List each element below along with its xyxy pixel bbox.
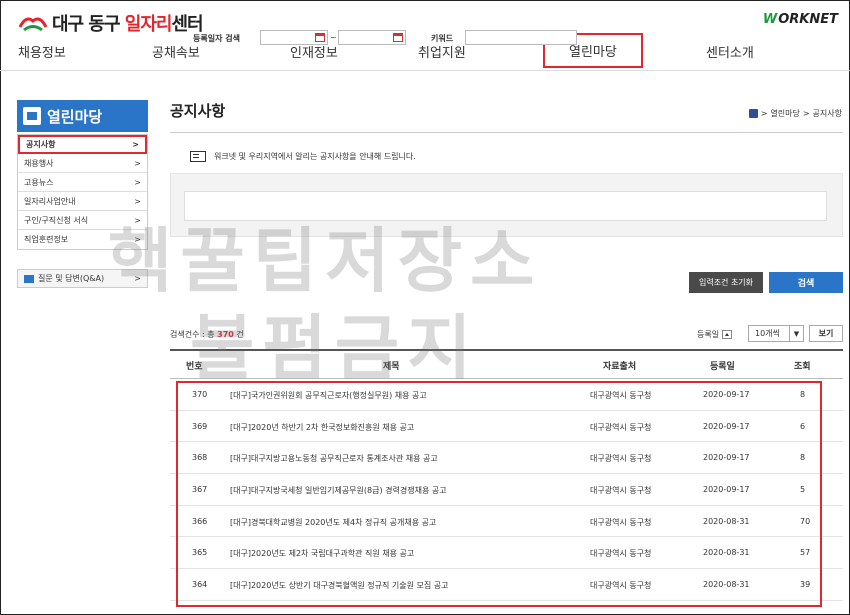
sort-up-icon[interactable] (722, 330, 733, 339)
header-divider (0, 70, 850, 71)
sidebar-item-notice[interactable]: 공지사항 > (18, 135, 147, 154)
column-header-title: 제목 (383, 362, 400, 372)
column-header-source: 자료출처 (603, 362, 637, 372)
chevron-right-icon: > (134, 274, 141, 283)
column-header-number: 번호 (186, 362, 203, 372)
date-range-separator: ~ (330, 33, 337, 42)
home-icon[interactable] (748, 109, 758, 118)
gnb-item-jobs[interactable]: 채용정보 (18, 42, 66, 61)
gnb-item-center-info[interactable]: 센터소개 (706, 42, 754, 61)
gnb-item-job-support[interactable]: 취업지원 (418, 42, 466, 61)
content-divider (170, 132, 843, 133)
sidebar-title: 열린마당 (17, 100, 148, 132)
search-panel (170, 173, 843, 237)
global-nav: 채용정보 공채속보 인재정보 취업지원 열린마당 센터소개 (0, 33, 850, 68)
chevron-right-icon: > (132, 140, 139, 149)
reset-button[interactable]: 입력조건 초기화 (689, 272, 763, 293)
chevron-right-icon: > (134, 177, 141, 187)
calendar-icon[interactable] (315, 33, 325, 42)
site-logo[interactable]: 대구 동구 일자리센터 (18, 10, 204, 36)
sidebar-item-training[interactable]: 직업훈련정보 > (18, 230, 147, 249)
breadcrumb-item[interactable]: 열린마당 (770, 108, 799, 119)
date-search-label: 등록일자 검색 (193, 34, 240, 43)
page-description: 워크넷 및 우리지역에서 알리는 공지사항을 안내해 드립니다. (190, 151, 416, 162)
view-button[interactable]: 보기 (809, 325, 843, 342)
breadcrumb-current: 공지사항 (812, 109, 842, 118)
chevron-down-icon: ▼ (789, 326, 803, 341)
column-header-views: 조회 (794, 362, 811, 372)
keyword-label: 키워드 (431, 34, 454, 43)
calendar-icon[interactable] (393, 33, 403, 42)
breadcrumb: > 열린마당 > 공지사항 (748, 108, 842, 119)
column-header-date: 등록일 (710, 362, 735, 372)
chevron-right-icon: > (134, 215, 141, 225)
logo-emblem-icon (18, 17, 48, 32)
search-inner-panel (184, 191, 827, 221)
sidebar-qna-link[interactable]: 질문 및 답변(Q&A) > (17, 269, 148, 288)
chevron-right-icon: > (134, 235, 141, 244)
sidebar-item-job-programs[interactable]: 일자리사업안내 > (18, 192, 147, 211)
highlight-annotation-box (176, 381, 822, 607)
start-date-input[interactable] (260, 30, 328, 45)
megaphone-icon (23, 107, 41, 125)
sidebar-item-forms[interactable]: 구인/구직신청 서식 > (18, 211, 147, 230)
keyword-input[interactable] (465, 30, 577, 45)
logo-text: 대구 동구 일자리센터 (52, 14, 204, 35)
chat-icon (24, 274, 34, 283)
page-title: 공지사항 (170, 102, 226, 120)
sidebar-menu: 공지사항 > 채용행사 > 고용뉴스 > 일자리사업안내 > 구인/구직신청 서식 > 직… (17, 134, 148, 250)
worknet-logo[interactable]: W ORKNET (763, 12, 838, 27)
chevron-right-icon: > (134, 196, 141, 206)
gnb-item-recruit-news[interactable]: 공채속보 (152, 42, 200, 61)
sidebar-item-events[interactable]: 채용행사 > (18, 154, 147, 173)
sidebar-item-employment-news[interactable]: 고용뉴스 > (18, 173, 147, 192)
sort-control[interactable]: 등록일 (697, 329, 733, 340)
search-button[interactable]: 검색 (769, 272, 843, 293)
monitor-icon (190, 151, 206, 162)
page-size-select[interactable]: 10개씩 ▼ (748, 325, 804, 342)
chevron-right-icon: > (134, 158, 141, 168)
result-count: 검색건수 : 총 370 건 (170, 330, 244, 339)
end-date-input[interactable] (338, 30, 406, 45)
table-header: 번호 제목 자료출처 등록일 조회 (170, 349, 843, 379)
